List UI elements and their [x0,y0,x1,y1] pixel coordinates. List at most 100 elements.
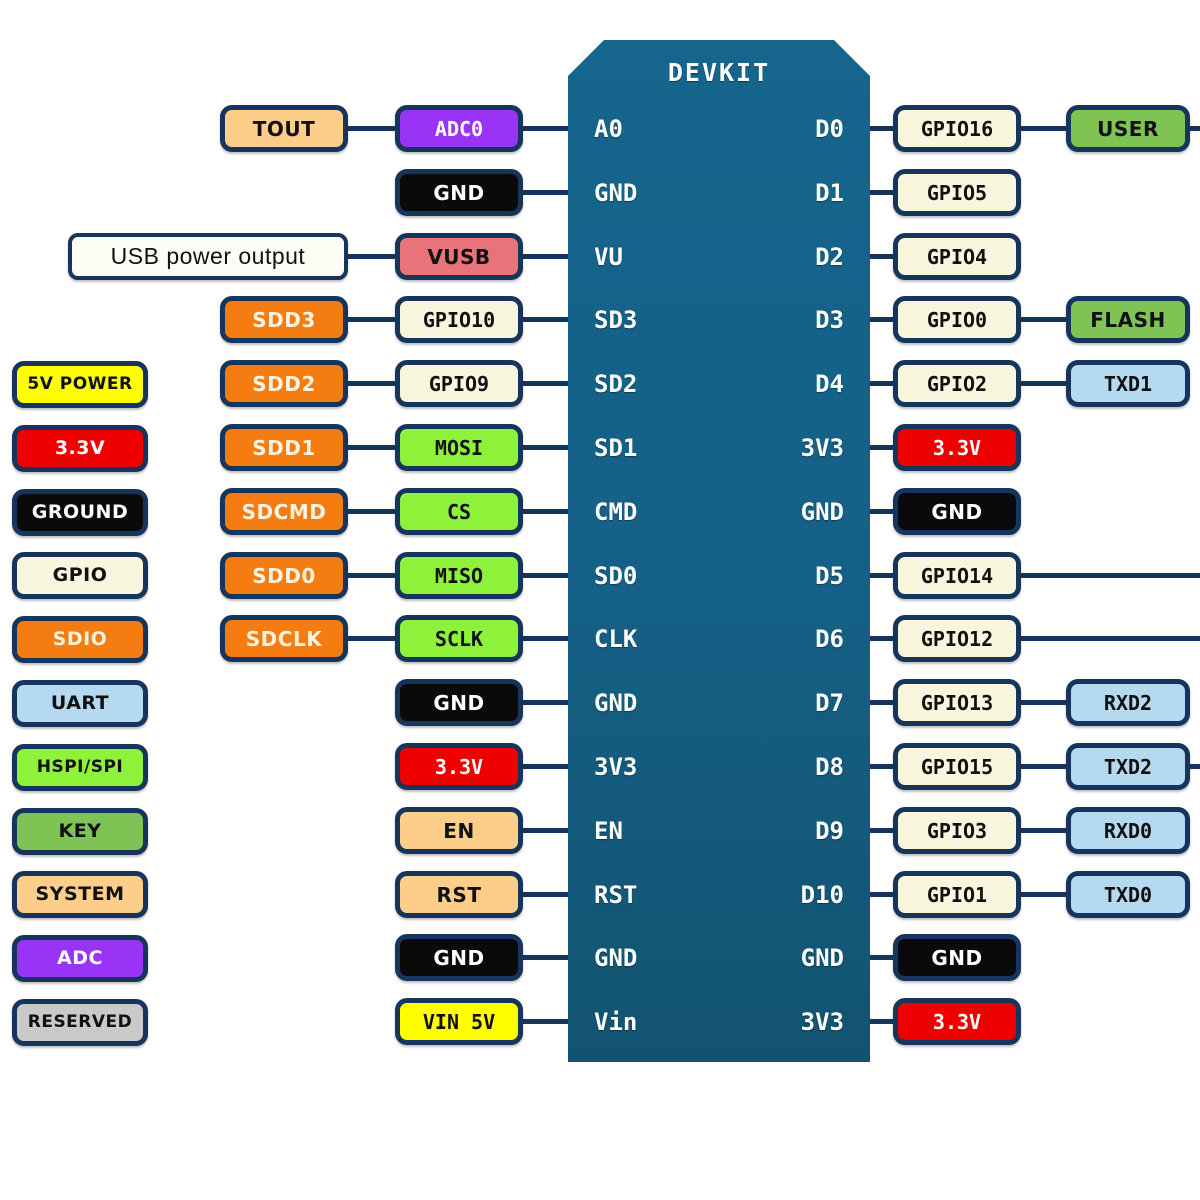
right-outer-4-txd1[interactable]: TXD1 [1066,360,1190,407]
right-inner-11-gpio3[interactable]: GPIO3 [893,807,1021,854]
legend-item-system[interactable]: SYSTEM [12,871,148,918]
board-pin-right-gnd-13: GND [800,943,844,972]
board-pin-left-en-11: EN [594,816,623,845]
left-inner-2-vusb[interactable]: VUSB [395,233,523,280]
right-outer-3-flash[interactable]: FLASH [1066,296,1190,343]
right-inner-10-gpio15[interactable]: GPIO15 [893,743,1021,790]
legend-item-key[interactable]: KEY [12,808,148,855]
right-inner-0-gpio16[interactable]: GPIO16 [893,105,1021,152]
right-outer-11-rxd0[interactable]: RXD0 [1066,807,1190,854]
pill-label: SDD1 [252,435,316,460]
left-inner-8-sclk[interactable]: SCLK [395,615,523,662]
legend-item-5v-power[interactable]: 5V POWER [12,361,148,408]
left-inner-4-gpio9[interactable]: GPIO9 [395,360,523,407]
connector-line [344,317,399,322]
legend-item-sdio[interactable]: SDIO [12,616,148,663]
left-inner-3-gpio10[interactable]: GPIO10 [395,296,523,343]
left-inner-11-en[interactable]: EN [395,807,523,854]
pill-label: GND [433,945,485,970]
board-pin-right-3v3-5: 3V3 [800,433,844,462]
board-pin-right-d9-11: D9 [815,816,844,845]
left-inner-10-3-3v[interactable]: 3.3V [395,743,523,790]
left-outer-3-sdd3[interactable]: SDD3 [220,296,348,343]
pill-label: GPIO3 [926,818,988,843]
left-inner-5-mosi[interactable]: MOSI [395,424,523,471]
connector-line [519,573,572,578]
board-pin-right-d8-10: D8 [815,752,844,781]
pill-label: SDIO [52,628,108,650]
right-inner-4-gpio2[interactable]: GPIO2 [893,360,1021,407]
connector-line [519,126,572,131]
legend-item-uart[interactable]: UART [12,680,148,727]
pill-label: MISO [434,563,484,588]
board-pin-left-clk-8: CLK [594,624,638,653]
pill-label: HSPI/SPI [36,757,124,777]
connector-line [344,126,399,131]
right-inner-13-gnd[interactable]: GND [893,934,1021,981]
right-inner-1-gpio5[interactable]: GPIO5 [893,169,1021,216]
right-inner-9-gpio13[interactable]: GPIO13 [893,679,1021,726]
board-pin-left-3v3-10: 3V3 [594,752,638,781]
right-outer-12-txd0[interactable]: TXD0 [1066,871,1190,918]
connector-line [344,445,399,450]
right-inner-5-3-3v[interactable]: 3.3V [893,424,1021,471]
legend-item-hspi-spi[interactable]: HSPI/SPI [12,744,148,791]
legend-item-adc[interactable]: ADC [12,935,148,982]
left-inner-9-gnd[interactable]: GND [395,679,523,726]
pill-label: FLASH [1090,307,1166,332]
pill-label: SDCLK [245,626,323,651]
legend-item-gpio[interactable]: GPIO [12,552,148,599]
pill-label: GND [931,945,983,970]
left-outer-4-sdd2[interactable]: SDD2 [220,360,348,407]
pill-label: SYSTEM [35,883,125,905]
left-outer-5-sdd1[interactable]: SDD1 [220,424,348,471]
left-inner-13-gnd[interactable]: GND [395,934,523,981]
pill-label: USER [1097,116,1159,141]
left-inner-7-miso[interactable]: MISO [395,552,523,599]
board-pin-left-sd3-3: SD3 [594,305,638,334]
left-outer-2-usb-power-output[interactable]: USB power output [68,233,348,280]
right-inner-3-gpio0[interactable]: GPIO0 [893,296,1021,343]
right-inner-14-3-3v[interactable]: 3.3V [893,998,1021,1045]
right-inner-12-gpio1[interactable]: GPIO1 [893,871,1021,918]
pill-label: 3.3V [434,754,484,779]
pill-label: GPIO5 [926,180,988,205]
left-inner-14-vin-5v[interactable]: VIN 5V [395,998,523,1045]
left-inner-1-gnd[interactable]: GND [395,169,523,216]
pill-label: RESERVED [27,1012,133,1032]
board-pin-left-vin-14: Vin [594,1007,638,1036]
pill-label: GPIO12 [920,626,994,651]
pill-label: VIN 5V [422,1009,496,1034]
left-outer-0-tout[interactable]: TOUT [220,105,348,152]
pill-label: GPIO4 [926,244,988,269]
board-pin-left-vu-2: VU [594,242,623,271]
right-inner-8-gpio12[interactable]: GPIO12 [893,615,1021,662]
pill-label: RXD0 [1103,818,1153,843]
pill-label: 3.3V [932,435,982,460]
board-pin-left-gnd-1: GND [594,178,638,207]
legend-item-ground[interactable]: GROUND [12,489,148,536]
pill-label: GPIO13 [920,690,994,715]
left-inner-0-adc0[interactable]: ADC0 [395,105,523,152]
pill-label: SDD3 [252,307,316,332]
legend-item-3-3v[interactable]: 3.3V [12,425,148,472]
pill-label: GPIO10 [422,307,496,332]
left-inner-6-cs[interactable]: CS [395,488,523,535]
right-inner-7-gpio14[interactable]: GPIO14 [893,552,1021,599]
left-inner-12-rst[interactable]: RST [395,871,523,918]
right-outer-10-txd2[interactable]: TXD2 [1066,743,1190,790]
board-pin-right-d10-12: D10 [800,880,844,909]
connector-line [1017,317,1070,322]
board-pin-right-d5-7: D5 [815,561,844,590]
right-outer-0-user[interactable]: USER [1066,105,1190,152]
legend-item-reserved[interactable]: RESERVED [12,999,148,1046]
pill-label: TXD1 [1103,371,1153,396]
connector-line [519,828,572,833]
left-outer-8-sdclk[interactable]: SDCLK [220,615,348,662]
pill-label: CS [446,499,472,524]
right-inner-2-gpio4[interactable]: GPIO4 [893,233,1021,280]
right-outer-9-rxd2[interactable]: RXD2 [1066,679,1190,726]
left-outer-7-sdd0[interactable]: SDD0 [220,552,348,599]
right-inner-6-gnd[interactable]: GND [893,488,1021,535]
left-outer-6-sdcmd[interactable]: SDCMD [220,488,348,535]
